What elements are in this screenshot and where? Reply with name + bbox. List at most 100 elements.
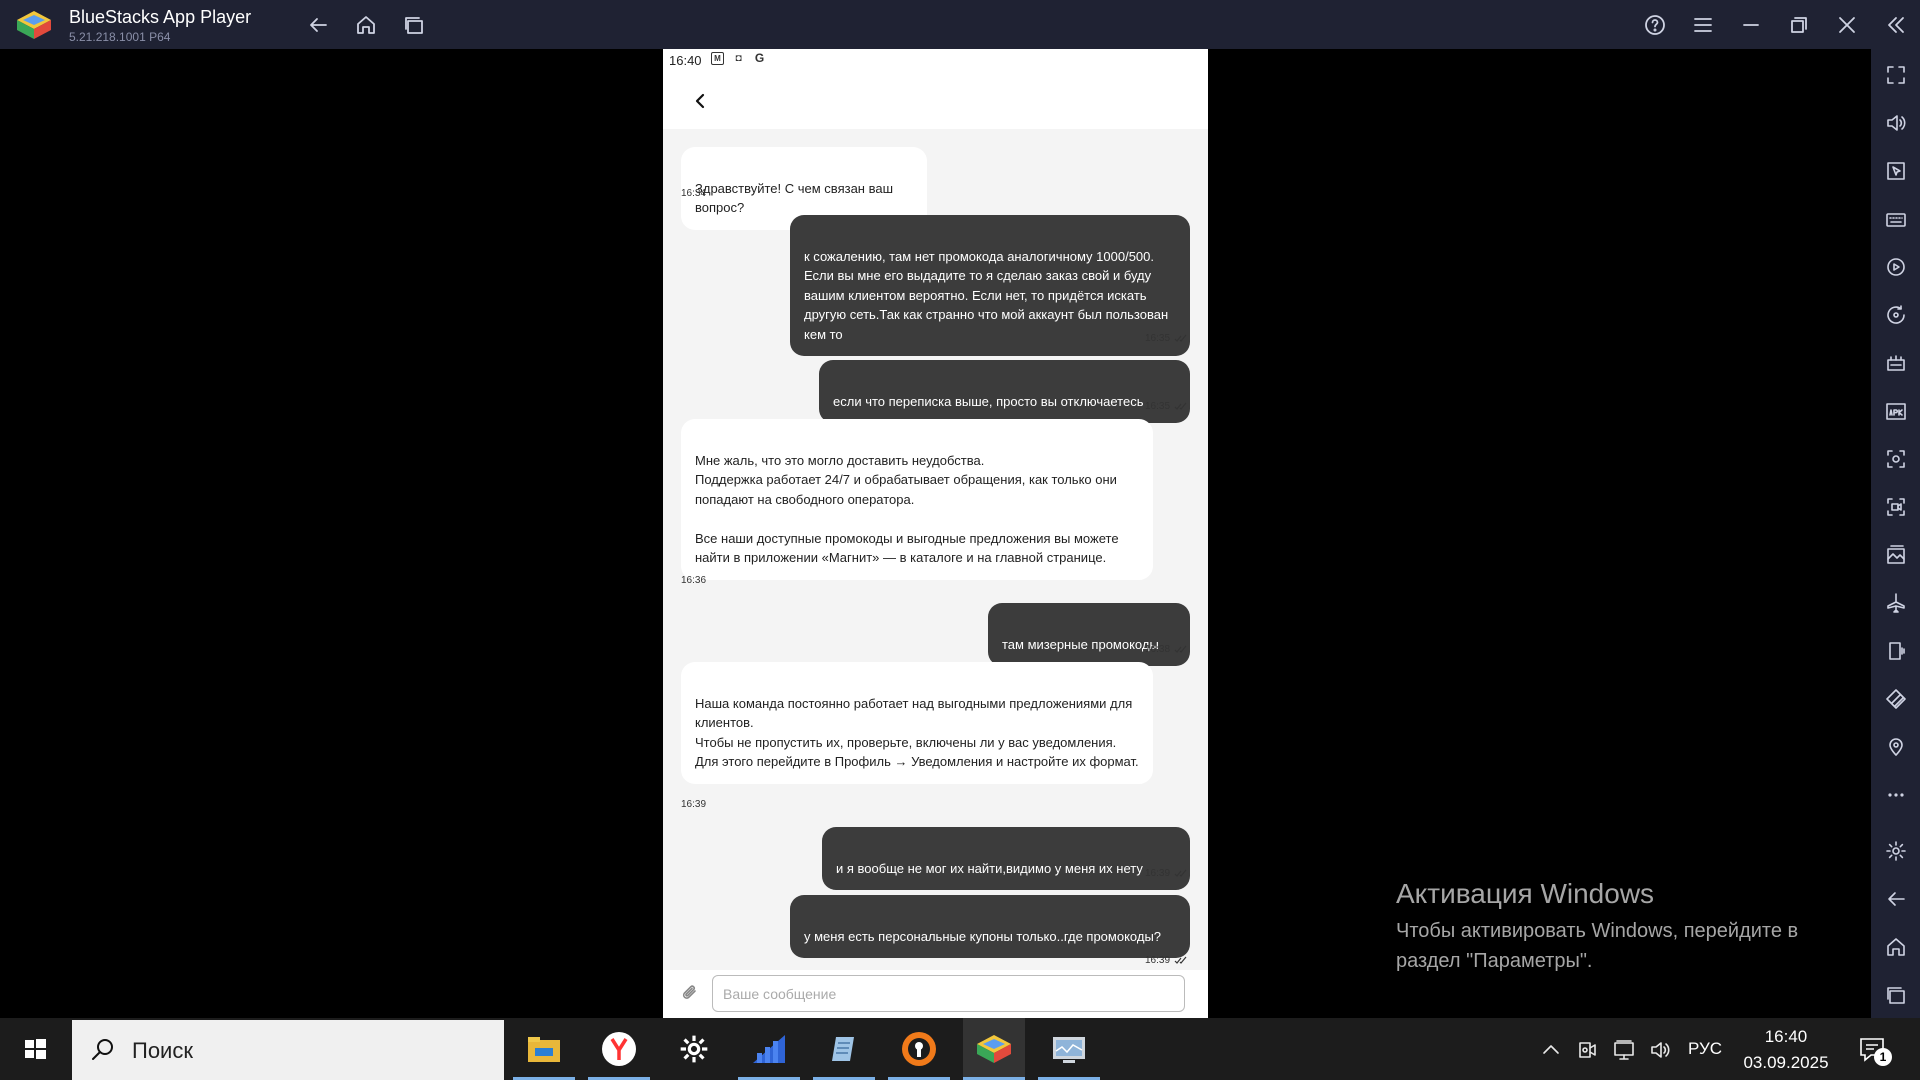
start-button[interactable]	[0, 1018, 70, 1080]
message-input[interactable]	[712, 975, 1185, 1012]
rotate-icon[interactable]	[1881, 300, 1911, 330]
google-icon: G	[754, 51, 765, 65]
message-text: Мне жаль, что это могло доставить неудоб…	[695, 452, 1119, 566]
message-time: 16:35	[1145, 333, 1187, 344]
collapse-sidebar-icon[interactable]	[1881, 10, 1911, 40]
settings-app-icon[interactable]	[663, 1018, 725, 1080]
tray-network-icon[interactable]	[1612, 1038, 1636, 1062]
message-time: 16:38	[1145, 644, 1187, 655]
fullscreen-icon[interactable]	[1881, 60, 1911, 90]
message-text: там мизерные промокоды	[1002, 636, 1159, 652]
windows-logo-icon	[25, 1039, 46, 1059]
title-bar: BlueStacks App Player 5.21.218.1001 P64	[0, 0, 1920, 49]
install-apk-icon[interactable]	[1881, 396, 1911, 426]
clock-date: 03.09.2025	[1743, 1053, 1829, 1072]
activation-title: Активация Windows	[1396, 878, 1655, 909]
android-screen: 16:40 M ◘ G Здравствуйте! С чем связан в…	[663, 49, 1208, 1018]
message-incoming: Наша команда постоянно работает над выго…	[681, 662, 1153, 784]
activation-text: Чтобы активировать Windows, перейдите в …	[1396, 920, 1799, 972]
cursor-lock-icon[interactable]	[1881, 156, 1911, 186]
attach-paperclip-icon[interactable]	[679, 982, 701, 1004]
tray-chevron-up-icon[interactable]	[1539, 1038, 1563, 1062]
settings-gear-icon[interactable]	[1881, 836, 1911, 866]
close-icon[interactable]	[1832, 10, 1862, 40]
message-text: Здравствуйте! С чем связан ваш вопрос?	[695, 180, 894, 216]
vpn-app-icon[interactable]	[888, 1018, 950, 1080]
menu-icon[interactable]	[1688, 10, 1718, 40]
multi-instance-icon[interactable]	[1881, 348, 1911, 378]
message-outgoing: если что переписка выше, просто вы отклю…	[819, 360, 1190, 423]
message-time: 16:34	[681, 188, 707, 199]
file-explorer-icon[interactable]	[513, 1018, 575, 1080]
volume-icon[interactable]	[1881, 108, 1911, 138]
app-version: 5.21.218.1001 P64	[69, 30, 171, 44]
home-icon[interactable]	[351, 10, 381, 40]
windows-taskbar: Поиск РУС 16:40 03.09.2025 1	[0, 1018, 1920, 1080]
message-text: у меня есть персональные купоны только..…	[804, 928, 1162, 944]
android-back-icon[interactable]	[1881, 884, 1911, 914]
tray-camera-icon[interactable]	[1576, 1038, 1600, 1062]
media-folder-icon[interactable]	[1881, 540, 1911, 570]
message-text: если что переписка выше, просто вы отклю…	[833, 393, 1144, 409]
tray-volume-icon[interactable]	[1648, 1038, 1672, 1062]
notepad-app-icon[interactable]	[813, 1018, 875, 1080]
message-text: к сожалению, там нет промокода аналогичн…	[804, 248, 1169, 342]
message-outgoing: и я вообще не мог их найти,видимо у меня…	[822, 827, 1190, 890]
keyboard-icon[interactable]	[1881, 204, 1911, 234]
message-incoming: Мне жаль, что это могло доставить неудоб…	[681, 419, 1153, 580]
help-icon[interactable]	[1640, 10, 1670, 40]
read-ticks-icon	[1174, 956, 1187, 965]
message-time: 16:39	[1145, 955, 1187, 966]
read-ticks-icon	[1174, 334, 1187, 343]
message-text: Наша команда постоянно работает над выго…	[695, 695, 1139, 770]
search-icon	[90, 1037, 116, 1063]
eco-mode-icon[interactable]	[1881, 684, 1911, 714]
search-placeholder: Поиск	[132, 1038, 193, 1063]
yandex-browser-icon[interactable]	[588, 1018, 650, 1080]
message-time: 16:39	[1145, 868, 1187, 879]
read-ticks-icon	[1174, 402, 1187, 411]
chat-header	[663, 73, 1208, 129]
android-home-icon[interactable]	[1881, 932, 1911, 962]
bluestacks-logo-icon	[15, 9, 53, 41]
message-time: 16:35	[1145, 401, 1187, 412]
location-icon[interactable]	[1881, 732, 1911, 762]
message-time: 16:39	[681, 799, 707, 810]
recent-apps-icon[interactable]	[399, 10, 429, 40]
notification-icon: ◘	[735, 53, 742, 64]
more-options-icon[interactable]	[1881, 780, 1911, 810]
shake-icon[interactable]	[1881, 636, 1911, 666]
android-status-bar: 16:40 M ◘ G	[663, 49, 1208, 73]
message-time: 16:36	[681, 575, 707, 586]
bluestacks-taskbar-icon[interactable]	[963, 1018, 1025, 1080]
input-language[interactable]: РУС	[1688, 1039, 1722, 1059]
record-icon[interactable]	[1881, 492, 1911, 522]
message-composer	[663, 970, 1208, 1018]
stats-app-icon[interactable]	[738, 1018, 800, 1080]
back-arrow-icon[interactable]	[303, 10, 333, 40]
taskbar-clock[interactable]: 16:40 03.09.2025	[1738, 1027, 1834, 1073]
status-time: 16:40	[669, 53, 702, 68]
read-ticks-icon	[1174, 645, 1187, 654]
message-text: и я вообще не мог их найти,видимо у меня…	[836, 860, 1143, 876]
notification-count-badge: 1	[1874, 1048, 1892, 1066]
message-outgoing: там мизерные промокоды	[988, 603, 1190, 666]
m-icon: M	[711, 52, 724, 65]
chat-back-icon[interactable]	[688, 89, 712, 113]
clock-time: 16:40	[1764, 1027, 1808, 1046]
restore-icon[interactable]	[1784, 10, 1814, 40]
app-title: BlueStacks App Player	[69, 7, 252, 27]
windows-activation-watermark: Активация Windows Чтобы активировать Win…	[1396, 878, 1798, 976]
screenshot-icon[interactable]	[1881, 444, 1911, 474]
airplane-mode-icon[interactable]	[1881, 588, 1911, 618]
read-ticks-icon	[1174, 869, 1187, 878]
android-recents-icon[interactable]	[1881, 980, 1911, 1010]
message-outgoing: у меня есть персональные купоны только..…	[790, 895, 1190, 958]
system-monitor-icon[interactable]	[1038, 1018, 1100, 1080]
macro-icon[interactable]	[1881, 252, 1911, 282]
message-outgoing: к сожалению, там нет промокода аналогичн…	[790, 215, 1190, 356]
minimize-icon[interactable]	[1736, 10, 1766, 40]
side-toolbar	[1871, 49, 1920, 1018]
notification-center-icon[interactable]: 1	[1858, 1036, 1892, 1066]
taskbar-search[interactable]: Поиск	[72, 1020, 504, 1080]
